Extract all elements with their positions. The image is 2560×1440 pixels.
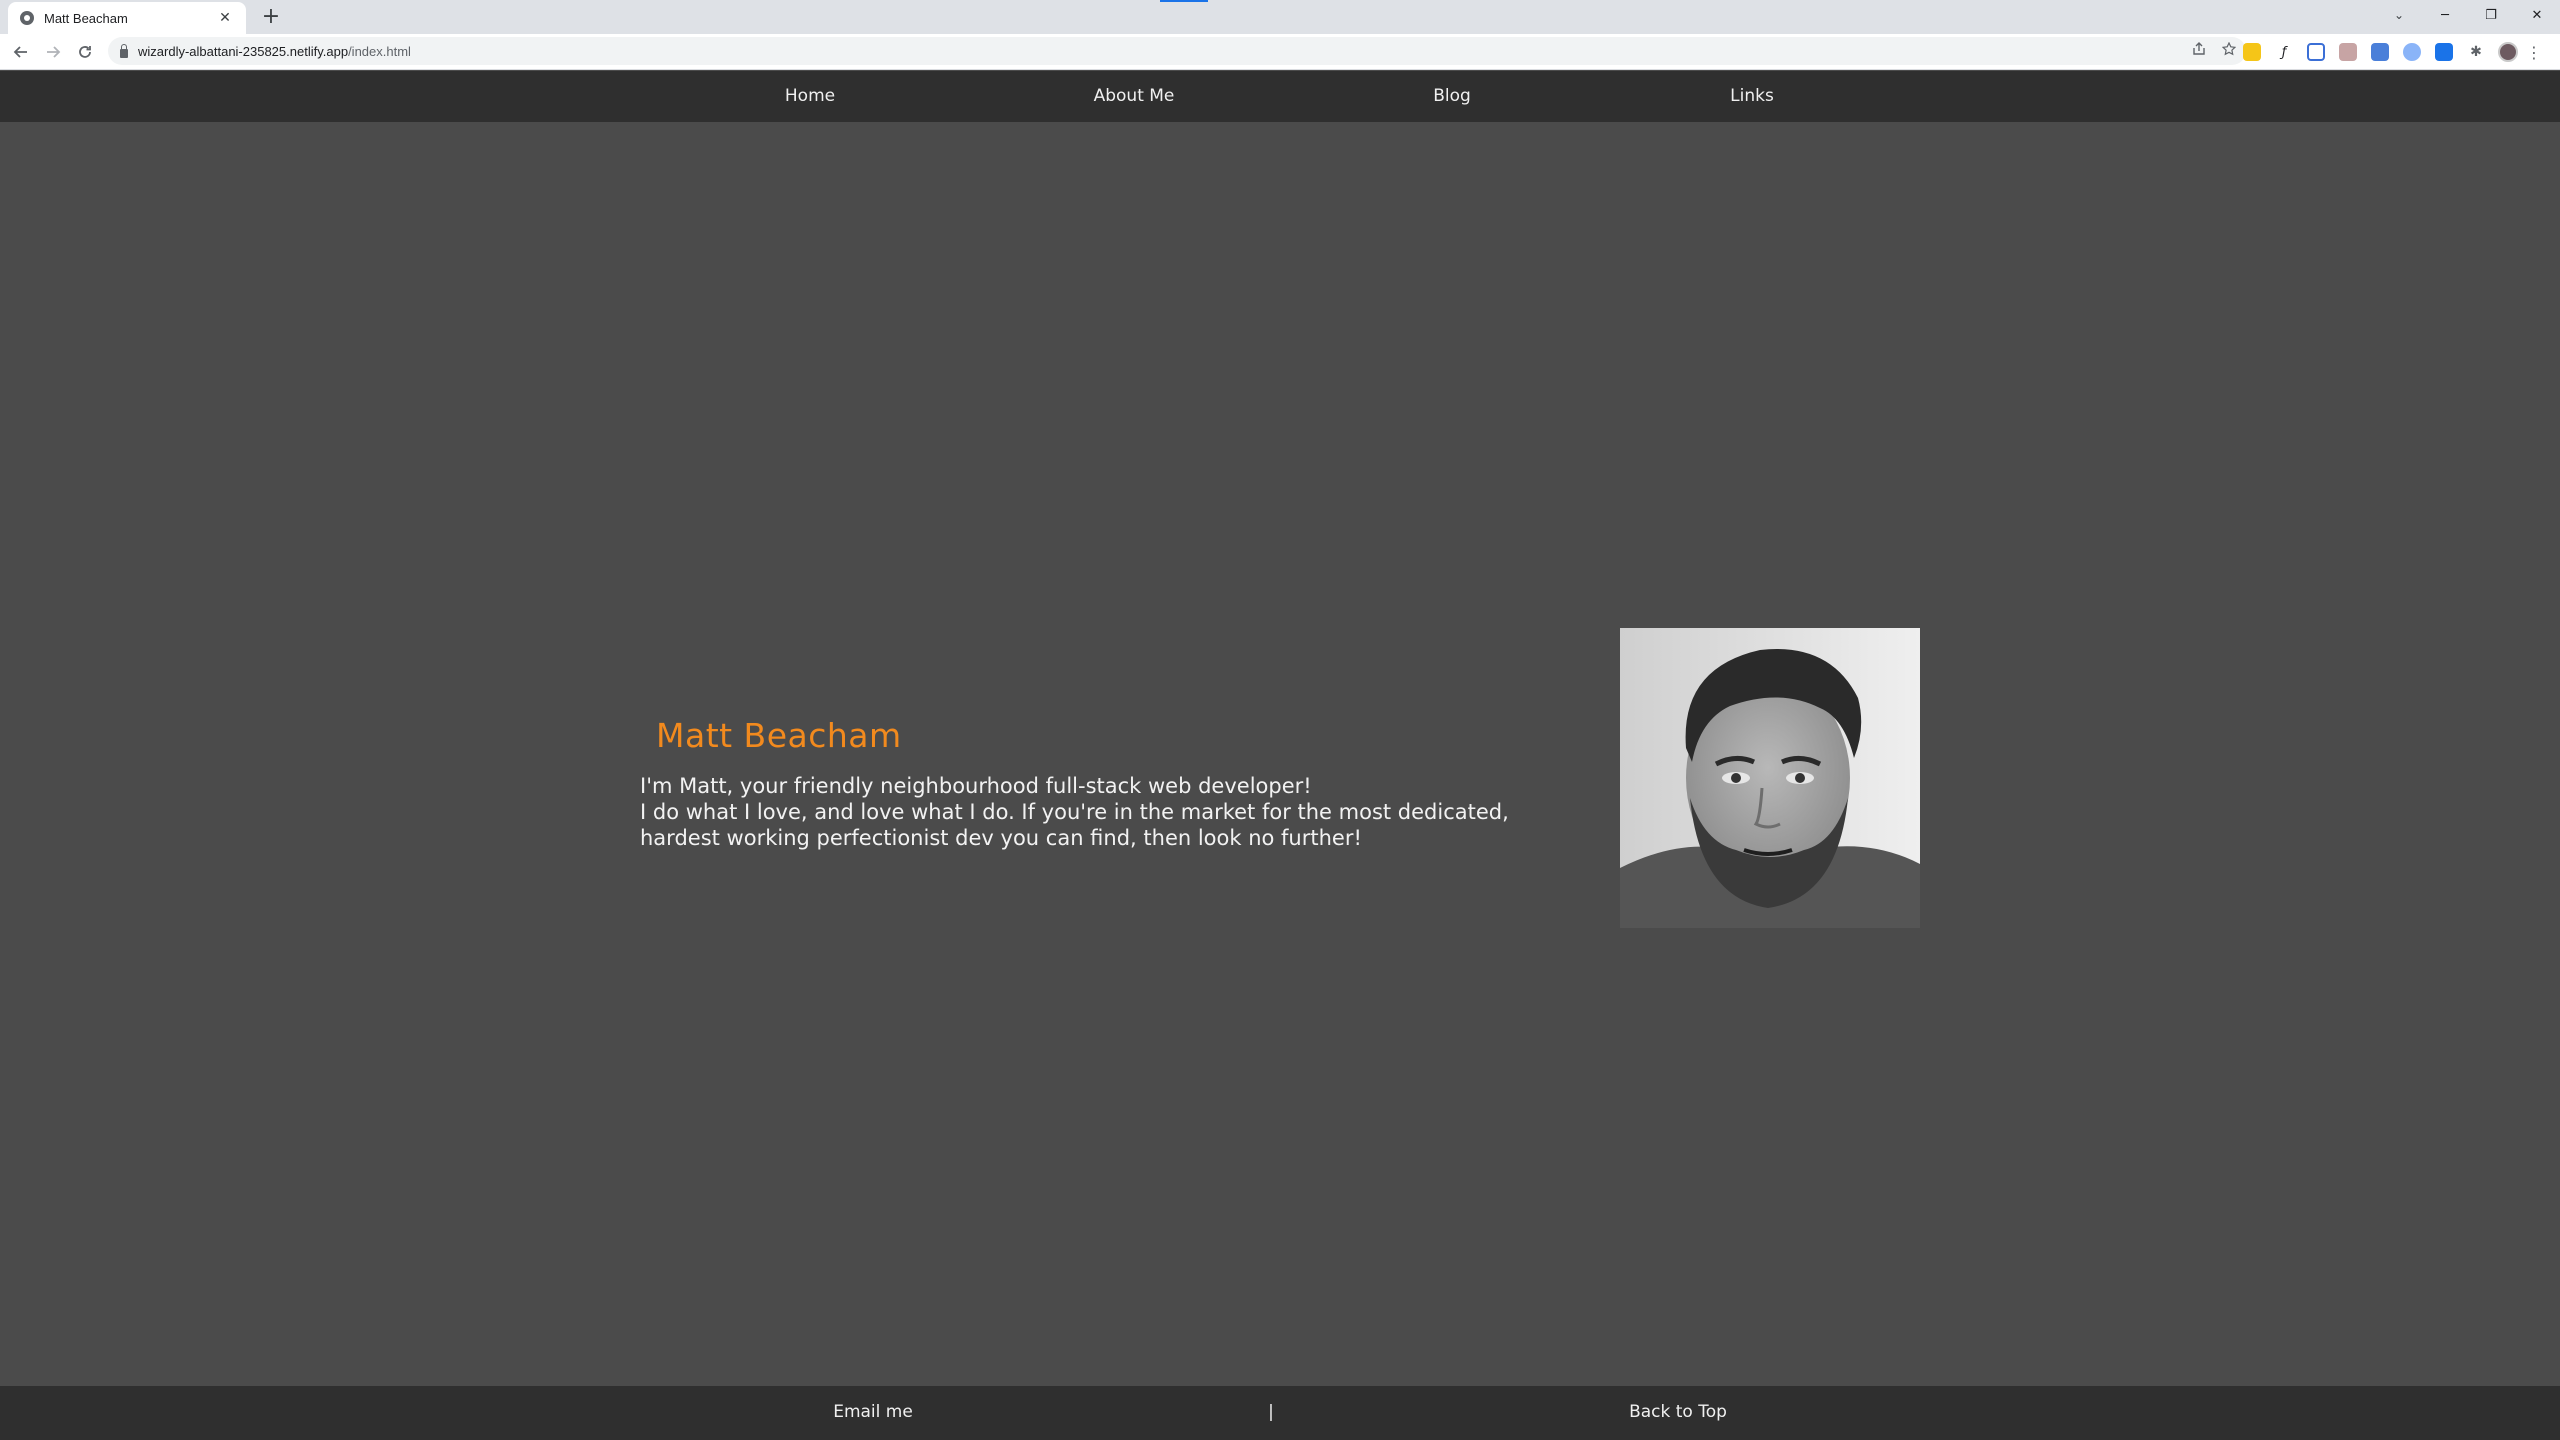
- nav-links-link[interactable]: Links: [1730, 71, 1774, 122]
- url-host: wizardly-albattani-235825.netlify.app: [138, 43, 349, 59]
- extension-yellow-icon[interactable]: [2243, 43, 2261, 61]
- hero-bio: I'm Matt, your friendly neighbourhood fu…: [640, 773, 1540, 851]
- extension-badge-icon[interactable]: [2371, 43, 2389, 61]
- nav-home-link[interactable]: Home: [785, 71, 835, 122]
- browser-toolbar: wizardly-albattani-235825.netlify.app/in…: [0, 34, 2560, 70]
- tab-title: Matt Beacham: [44, 10, 128, 26]
- extension-circle-icon[interactable]: [2403, 43, 2421, 61]
- browser-tab-active[interactable]: Matt Beacham ✕: [8, 2, 246, 34]
- reload-icon[interactable]: [72, 39, 98, 65]
- footer-separator: |: [1268, 1402, 1274, 1422]
- browser-tabstrip: Matt Beacham ✕ + ⌄ ─ ❐ ✕: [0, 0, 2560, 34]
- share-icon[interactable]: [2184, 42, 2214, 60]
- extension-image-icon[interactable]: [2339, 43, 2357, 61]
- browser-menu-icon[interactable]: ⋮: [2524, 43, 2544, 62]
- main-content: Matt Beacham I'm Matt, your friendly nei…: [0, 122, 2560, 1386]
- address-bar[interactable]: wizardly-albattani-235825.netlify.app/in…: [108, 37, 2246, 65]
- back-to-top-link[interactable]: Back to Top: [1629, 1386, 1727, 1440]
- extensions-puzzle-icon[interactable]: ✱: [2467, 43, 2485, 61]
- email-me-link[interactable]: Email me: [833, 1386, 913, 1440]
- site-footer: Email me | Back to Top: [0, 1386, 2560, 1440]
- tab-drag-indicator: [1160, 0, 1208, 2]
- omnibox-actions: [2184, 37, 2244, 65]
- restore-button[interactable]: ❐: [2468, 0, 2514, 30]
- profile-avatar[interactable]: [2498, 42, 2518, 62]
- profile-photo: [1620, 628, 1920, 928]
- extension-formula-icon[interactable]: ƒ: [2275, 43, 2293, 61]
- hero-name: Matt Beacham: [656, 716, 902, 755]
- tab-search-icon[interactable]: ⌄: [2386, 2, 2412, 28]
- extension-pen-icon[interactable]: [2435, 43, 2453, 61]
- hero-bio-line-1: I'm Matt, your friendly neighbourhood fu…: [640, 774, 1312, 798]
- hero-bio-line-2: I do what I love, and love what I do. If…: [640, 800, 1509, 850]
- minimize-button[interactable]: ─: [2422, 0, 2468, 30]
- extensions-area: ƒ ✱ ⋮: [2236, 39, 2544, 65]
- extension-magnifier-icon[interactable]: [2307, 43, 2325, 61]
- globe-icon: [20, 11, 34, 25]
- tab-close-icon[interactable]: ✕: [216, 10, 234, 26]
- back-arrow-icon[interactable]: [8, 39, 34, 65]
- window-controls: ─ ❐ ✕: [2422, 0, 2560, 30]
- forward-arrow-icon[interactable]: [40, 39, 66, 65]
- close-window-button[interactable]: ✕: [2514, 0, 2560, 30]
- nav-blog-link[interactable]: Blog: [1433, 71, 1471, 122]
- nav-about-me-link[interactable]: About Me: [1094, 71, 1175, 122]
- new-tab-button[interactable]: +: [258, 4, 284, 30]
- url-path: /index.html: [348, 43, 411, 59]
- lock-icon[interactable]: [120, 43, 128, 58]
- site-nav: Home About Me Blog Links: [0, 71, 2560, 122]
